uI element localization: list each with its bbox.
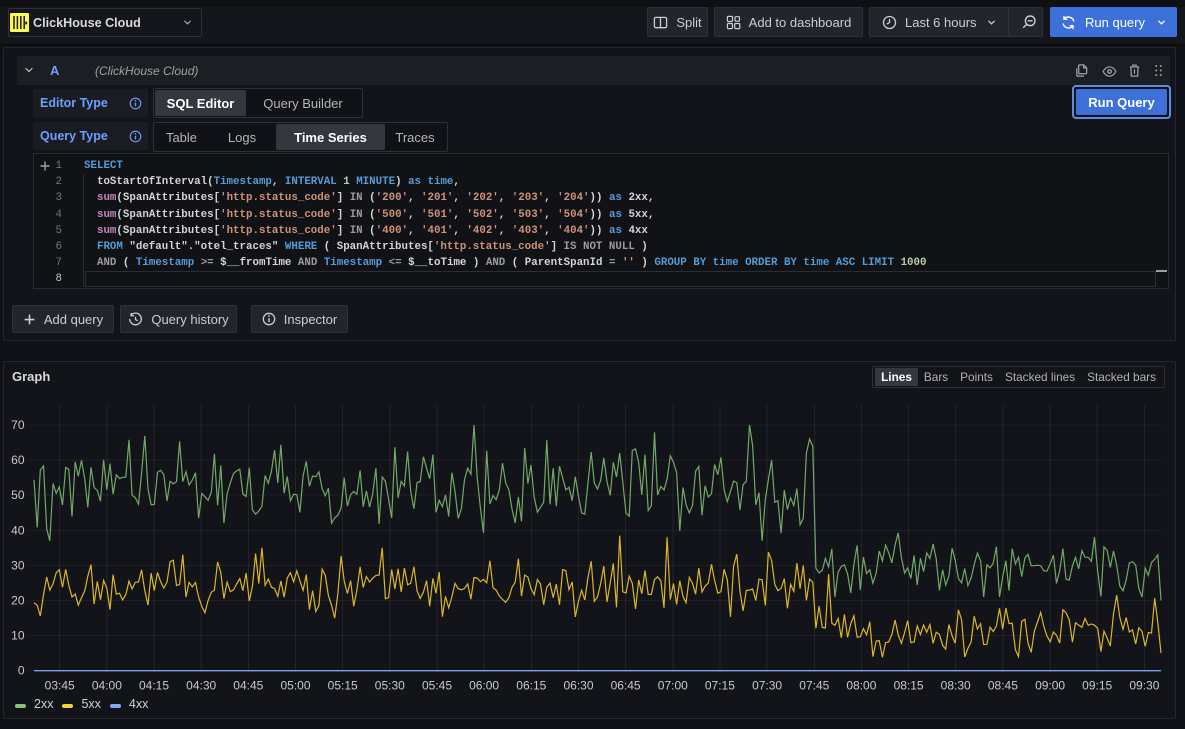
svg-text:06:00: 06:00 xyxy=(469,679,499,693)
svg-text:09:15: 09:15 xyxy=(1082,679,1112,693)
svg-text:09:30: 09:30 xyxy=(1129,679,1159,693)
svg-text:06:30: 06:30 xyxy=(563,679,593,693)
svg-text:20: 20 xyxy=(11,594,25,608)
svg-text:08:30: 08:30 xyxy=(941,679,971,693)
svg-text:09:00: 09:00 xyxy=(1035,679,1065,693)
svg-text:07:15: 07:15 xyxy=(705,679,735,693)
svg-text:04:00: 04:00 xyxy=(92,679,122,693)
svg-text:0: 0 xyxy=(18,664,25,678)
svg-text:06:45: 06:45 xyxy=(611,679,641,693)
svg-text:10: 10 xyxy=(11,629,25,643)
svg-text:04:30: 04:30 xyxy=(186,679,216,693)
svg-text:70: 70 xyxy=(11,418,25,432)
svg-text:05:45: 05:45 xyxy=(422,679,452,693)
svg-text:60: 60 xyxy=(11,453,25,467)
svg-text:08:45: 08:45 xyxy=(988,679,1018,693)
svg-text:04:15: 04:15 xyxy=(139,679,169,693)
svg-text:07:30: 07:30 xyxy=(752,679,782,693)
svg-text:40: 40 xyxy=(11,523,25,537)
svg-text:05:00: 05:00 xyxy=(280,679,310,693)
svg-text:03:45: 03:45 xyxy=(45,679,75,693)
svg-text:05:30: 05:30 xyxy=(375,679,405,693)
svg-text:04:45: 04:45 xyxy=(233,679,263,693)
svg-text:08:00: 08:00 xyxy=(846,679,876,693)
svg-text:07:00: 07:00 xyxy=(658,679,688,693)
svg-text:05:15: 05:15 xyxy=(328,679,358,693)
svg-text:08:15: 08:15 xyxy=(894,679,924,693)
svg-text:50: 50 xyxy=(11,488,25,502)
svg-text:30: 30 xyxy=(11,558,25,572)
svg-text:07:45: 07:45 xyxy=(799,679,829,693)
svg-text:06:15: 06:15 xyxy=(516,679,546,693)
